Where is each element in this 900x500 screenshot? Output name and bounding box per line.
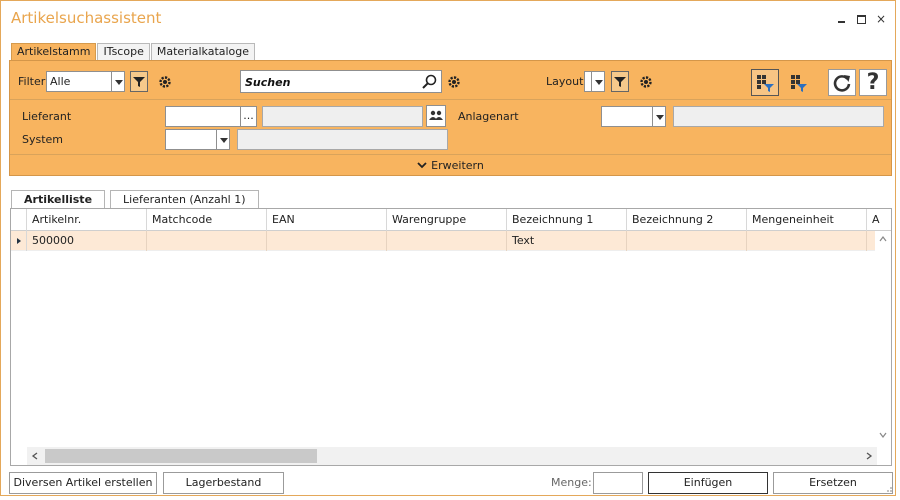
column-header[interactable]: Bezeichnung 2 bbox=[627, 209, 747, 231]
search-icon[interactable] bbox=[421, 74, 437, 90]
tab-artikelliste[interactable]: Artikelliste bbox=[11, 190, 106, 208]
anlagenart-select[interactable] bbox=[601, 106, 653, 127]
users-icon bbox=[429, 110, 443, 120]
minimize-button[interactable] bbox=[833, 11, 849, 27]
help-button[interactable]: ? bbox=[859, 69, 887, 96]
maximize-button[interactable] bbox=[853, 11, 869, 27]
search-text: Suchen bbox=[245, 76, 291, 89]
refresh-icon bbox=[833, 74, 851, 92]
table-row[interactable]: 500000 Text bbox=[11, 231, 891, 251]
create-diverse-article-button[interactable]: Diversen Artikel erstellen bbox=[9, 472, 157, 494]
source-tabs: Artikelstamm ITscope Materialkataloge bbox=[11, 43, 256, 61]
resize-grip-icon[interactable] bbox=[885, 485, 893, 493]
chevron-up-icon[interactable] bbox=[879, 235, 887, 243]
article-search-window: Artikelsuchassistent × Artikelstamm ITsc… bbox=[0, 0, 896, 496]
chevron-down-icon[interactable] bbox=[879, 431, 887, 439]
column-header[interactable]: Artikelnr. bbox=[27, 209, 147, 231]
expand-bar[interactable]: Erweitern bbox=[10, 154, 891, 176]
refresh-button[interactable] bbox=[828, 69, 856, 96]
vertical-scrollbar[interactable] bbox=[875, 231, 891, 445]
close-button[interactable]: × bbox=[873, 11, 889, 27]
table-cell[interactable] bbox=[147, 231, 267, 251]
filter-toolbar: Filter Alle Suchen Layout ? Lieferant ..… bbox=[9, 60, 892, 176]
lieferant-input[interactable] bbox=[165, 106, 241, 127]
search-input[interactable]: Suchen bbox=[240, 70, 442, 93]
column-header[interactable]: EAN bbox=[267, 209, 387, 231]
table-cell[interactable]: 500000 bbox=[27, 231, 147, 251]
grid-header: Artikelnr. Matchcode EAN Warengruppe Bez… bbox=[11, 209, 891, 231]
lieferant-users-button[interactable] bbox=[426, 105, 446, 127]
result-tabs: Artikelliste Lieferanten (Anzahl 1) bbox=[11, 190, 264, 208]
table-cell[interactable] bbox=[267, 231, 387, 251]
replace-button[interactable]: Ersetzen bbox=[773, 472, 893, 494]
filter-select[interactable]: Alle bbox=[46, 71, 112, 92]
column-header[interactable]: Warengruppe bbox=[387, 209, 507, 231]
row-indicator-header bbox=[11, 209, 27, 231]
table-cell[interactable] bbox=[387, 231, 507, 251]
system-label: System bbox=[22, 133, 64, 146]
column-header[interactable]: Mengeneinheit bbox=[747, 209, 867, 231]
title-bar[interactable]: Artikelsuchassistent × bbox=[1, 1, 895, 37]
gear-icon bbox=[159, 76, 171, 88]
table-cell[interactable]: Text bbox=[507, 231, 627, 251]
system-name-field bbox=[237, 129, 448, 150]
tab-artikelstamm[interactable]: Artikelstamm bbox=[11, 43, 97, 61]
toolbar-separator bbox=[10, 99, 891, 100]
anlagenart-label: Anlagenart bbox=[458, 110, 519, 123]
search-settings-button[interactable] bbox=[447, 75, 461, 89]
column-header[interactable]: Matchcode bbox=[147, 209, 267, 231]
layout-dropdown-arrow[interactable] bbox=[591, 71, 605, 92]
chevron-down-icon bbox=[417, 162, 427, 169]
horizontal-scrollbar[interactable] bbox=[27, 447, 877, 465]
row-indicator-arrow-icon bbox=[11, 231, 27, 251]
table-cell[interactable] bbox=[627, 231, 747, 251]
tab-materialkataloge[interactable]: Materialkataloge bbox=[150, 43, 256, 61]
grid-filter-view-button[interactable] bbox=[751, 69, 779, 96]
layout-settings-button[interactable] bbox=[639, 75, 653, 89]
funnel-icon bbox=[133, 76, 145, 87]
chevron-left-icon[interactable] bbox=[31, 452, 39, 460]
column-header[interactable]: Bezeichnung 1 bbox=[507, 209, 627, 231]
filter-label: Filter bbox=[18, 75, 46, 88]
filter-settings-button[interactable] bbox=[158, 75, 172, 89]
lieferant-browse-button[interactable]: ... bbox=[240, 106, 257, 127]
filter-funnel-button[interactable] bbox=[130, 71, 148, 92]
window-title: Artikelsuchassistent bbox=[11, 9, 162, 27]
window-controls: × bbox=[833, 11, 889, 27]
anlagenart-dropdown-arrow[interactable] bbox=[652, 106, 666, 127]
horizontal-scroll-thumb[interactable] bbox=[45, 449, 317, 463]
system-select[interactable] bbox=[165, 129, 217, 150]
grid-filter-icon bbox=[757, 74, 774, 92]
article-grid[interactable]: Artikelnr. Matchcode EAN Warengruppe Bez… bbox=[10, 208, 892, 466]
quantity-label: Menge: bbox=[551, 476, 592, 489]
system-dropdown-arrow[interactable] bbox=[216, 129, 230, 150]
insert-button[interactable]: Einfügen bbox=[648, 472, 768, 494]
gear-icon bbox=[448, 76, 460, 88]
lieferant-name-field bbox=[262, 106, 423, 127]
layout-label: Layout bbox=[546, 75, 584, 88]
anlagenart-name-field bbox=[673, 106, 884, 127]
chevron-right-icon[interactable] bbox=[865, 452, 873, 460]
lieferant-label: Lieferant bbox=[22, 110, 72, 123]
tab-itscope[interactable]: ITscope bbox=[97, 43, 150, 61]
funnel-icon bbox=[614, 76, 626, 87]
layout-funnel-button[interactable] bbox=[611, 71, 629, 92]
tab-lieferanten[interactable]: Lieferanten (Anzahl 1) bbox=[110, 190, 259, 208]
column-header[interactable]: A bbox=[867, 209, 891, 231]
stock-button[interactable]: Lagerbestand bbox=[163, 472, 284, 494]
table-cell[interactable] bbox=[747, 231, 867, 251]
filter-dropdown-arrow[interactable] bbox=[111, 71, 125, 92]
grid-filter-alt-icon bbox=[791, 74, 807, 92]
expand-label: Erweitern bbox=[431, 159, 484, 172]
quantity-input[interactable] bbox=[593, 472, 643, 494]
gear-icon bbox=[640, 76, 652, 88]
grid-filter-alt-button[interactable] bbox=[783, 69, 811, 96]
